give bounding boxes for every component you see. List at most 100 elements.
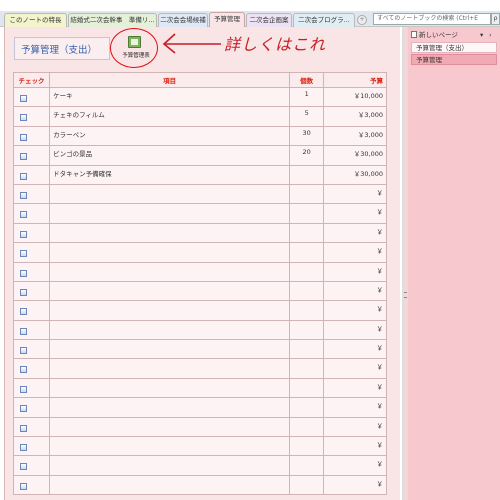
row-qty[interactable] [289,300,325,321]
row-qty[interactable] [289,222,325,244]
row-checkbox[interactable] [20,385,27,393]
row-checkbox[interactable] [20,288,27,296]
row-budget[interactable]: ￥10,000 [323,86,387,108]
row-item[interactable] [49,474,291,496]
add-section-tab-button[interactable]: + [357,15,367,25]
row-budget[interactable]: ￥ [323,261,387,282]
row-qty[interactable] [289,455,325,476]
page-list-item-selected[interactable]: 予算管理 [411,54,497,65]
row-budget[interactable]: ￥ [323,319,387,341]
row-budget[interactable]: ￥30,000 [323,145,387,166]
row-item[interactable] [49,280,291,302]
row-qty[interactable] [289,474,325,496]
row-qty[interactable]: 30 [289,125,325,147]
row-checkbox[interactable] [20,444,27,452]
search-input[interactable]: すべてのノートブックの検索 (Ctrl+E [373,13,491,25]
page-list-item[interactable]: 予算管理（支出） [411,42,497,53]
row-qty[interactable] [289,203,325,224]
row-checkbox[interactable] [20,191,27,199]
row-item[interactable] [49,397,291,418]
collapse-pane-icon[interactable]: › [489,30,492,41]
row-budget[interactable]: ￥3,000 [323,125,387,147]
row-checkbox[interactable] [20,133,27,141]
row-budget[interactable]: ￥ [323,203,387,224]
row-budget[interactable]: ￥3,000 [323,106,387,127]
row-budget[interactable]: ￥ [323,474,387,496]
tab-venue-candidates[interactable]: 二次会会場候補 [158,13,208,27]
tab-party-prep-list[interactable]: 結婚式二次会幹事 準備リ... [68,13,157,27]
row-budget[interactable]: ￥ [323,397,387,418]
row-checkbox[interactable] [20,327,27,335]
row-budget[interactable]: ￥ [323,300,387,321]
tab-party-program[interactable]: 二次会プログラ... [293,13,355,27]
row-item[interactable] [49,416,291,438]
row-checkbox[interactable] [20,405,27,413]
row-qty[interactable] [289,436,325,457]
row-budget[interactable]: ￥ [323,280,387,302]
row-item[interactable] [49,222,291,244]
row-budget[interactable]: ￥ [323,436,387,457]
row-qty[interactable] [289,416,325,438]
row-item[interactable] [49,455,291,476]
row-checkbox[interactable] [20,114,27,122]
row-budget[interactable]: ￥ [323,339,387,360]
row-item[interactable] [49,242,291,263]
row-qty[interactable] [289,339,325,360]
tab-notebook-features[interactable]: このノートの特長 [4,13,67,27]
splitter-grip-icon[interactable] [404,292,407,298]
row-qty[interactable] [289,261,325,282]
row-item[interactable] [49,183,291,205]
row-item[interactable] [49,261,291,282]
row-checkbox[interactable] [20,463,27,471]
row-item[interactable] [49,203,291,224]
row-item[interactable] [49,377,291,399]
row-item[interactable] [49,300,291,321]
row-checkbox[interactable] [20,347,27,355]
row-checkbox[interactable] [20,211,27,219]
row-qty[interactable] [289,280,325,302]
page-list-dropdown-icon[interactable]: ▾ [480,30,483,41]
row-budget[interactable]: ￥ [323,416,387,438]
row-checkbox[interactable] [20,269,27,277]
row-checkbox[interactable] [20,230,27,238]
search-icon[interactable]: ρ [491,13,500,25]
row-qty[interactable] [289,319,325,341]
tab-party-plan[interactable]: 二次会企画案 [246,13,292,27]
row-item[interactable] [49,436,291,457]
row-item[interactable]: ビンゴの景品 [49,145,291,166]
row-qty[interactable] [289,164,325,185]
row-item[interactable] [49,319,291,341]
row-item[interactable] [49,339,291,360]
row-budget[interactable]: ￥30,000 [323,164,387,185]
row-qty[interactable] [289,358,325,379]
row-budget[interactable]: ￥ [323,183,387,205]
row-budget[interactable]: ￥ [323,377,387,399]
row-budget[interactable]: ￥ [323,222,387,244]
page-title-box[interactable]: 予算管理（支出） [14,37,110,60]
row-checkbox[interactable] [20,366,27,374]
tab-budget-management[interactable]: 予算管理 [209,12,245,28]
row-item[interactable]: ケーキ [49,86,291,108]
row-budget[interactable]: ￥ [323,455,387,476]
row-qty[interactable] [289,242,325,263]
new-page-button[interactable]: 新しいページ [411,30,458,41]
row-qty[interactable]: 5 [289,106,325,127]
row-checkbox[interactable] [20,424,27,432]
row-budget[interactable]: ￥ [323,242,387,263]
row-checkbox[interactable] [20,95,27,102]
row-checkbox[interactable] [20,482,27,490]
row-checkbox[interactable] [20,308,27,316]
row-qty[interactable] [289,377,325,399]
row-item[interactable] [49,358,291,379]
row-item[interactable]: カラーペン [49,125,291,147]
row-qty[interactable]: 1 [289,86,325,108]
row-qty[interactable] [289,183,325,205]
row-qty[interactable]: 20 [289,145,325,166]
row-item[interactable]: チェキのフィルム [49,106,291,127]
row-qty[interactable] [289,397,325,418]
row-item[interactable]: ドタキャン予備確保 [49,164,291,185]
row-checkbox[interactable] [20,153,27,161]
row-budget[interactable]: ￥ [323,358,387,379]
row-checkbox[interactable] [20,172,27,180]
row-checkbox[interactable] [20,250,27,258]
